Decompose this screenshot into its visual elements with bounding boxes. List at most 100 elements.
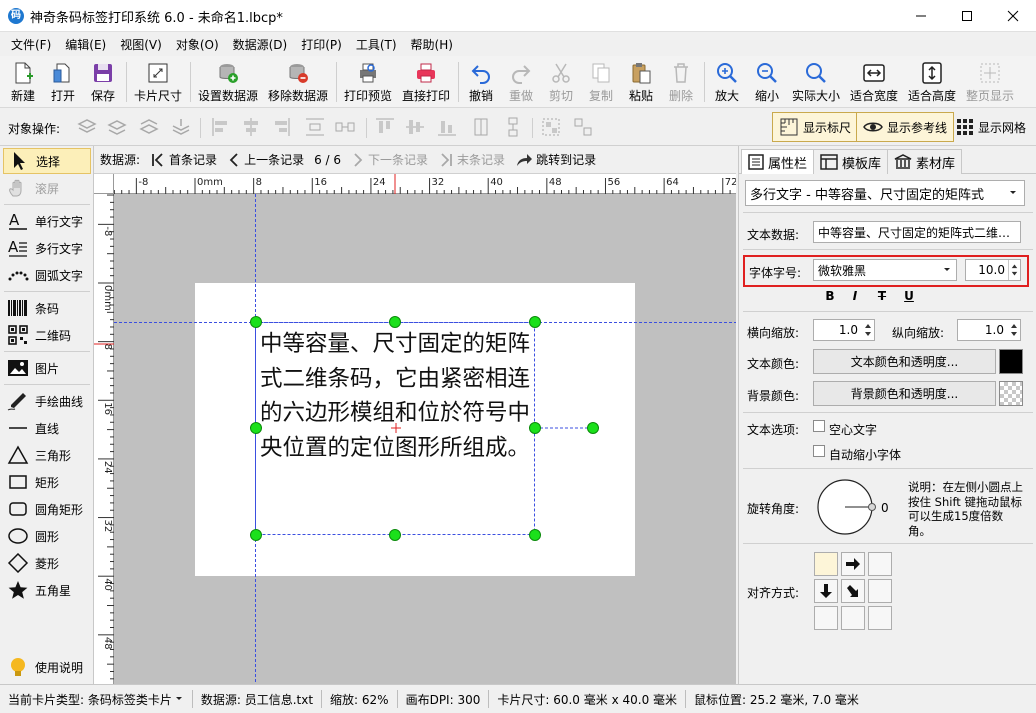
save-button[interactable]: 保存 bbox=[86, 58, 120, 106]
bring-forward-icon[interactable] bbox=[106, 116, 128, 138]
align-top-right-button[interactable] bbox=[868, 552, 892, 576]
maximize-button[interactable] bbox=[944, 0, 990, 32]
new-button[interactable]: 新建 bbox=[6, 58, 40, 106]
send-to-back-icon[interactable] bbox=[170, 116, 192, 138]
text-color-swatch[interactable] bbox=[999, 349, 1023, 374]
card-size-button[interactable]: 卡片尺寸 bbox=[132, 58, 184, 106]
object-selector[interactable]: 多行文字 - 中等容量、尺寸固定的矩阵式 bbox=[745, 180, 1025, 206]
resize-handle-top-right[interactable] bbox=[529, 316, 541, 328]
multiline-text-object[interactable]: 中等容量、尺寸固定的矩阵式二维条码，它由紧密相连的六边形模组和位於符号中央位置的… bbox=[260, 327, 536, 465]
tool-rectangle[interactable]: 矩形 bbox=[3, 469, 91, 495]
resize-handle-bottom[interactable] bbox=[389, 529, 401, 541]
hscale-spinner[interactable]: 1.0 bbox=[813, 319, 875, 341]
tool-triangle[interactable]: 三角形 bbox=[3, 442, 91, 468]
show-grid-toggle[interactable]: 显示网格 bbox=[950, 112, 1032, 142]
minimize-button[interactable] bbox=[898, 0, 944, 32]
strikethrough-button[interactable]: T bbox=[873, 289, 891, 305]
actual-size-button[interactable]: 实际大小 bbox=[790, 58, 842, 106]
auto-shrink-checkbox[interactable] bbox=[813, 445, 825, 457]
close-button[interactable] bbox=[990, 0, 1036, 32]
tool-freehand[interactable]: 手绘曲线 bbox=[3, 388, 91, 414]
align-middle-right-button[interactable] bbox=[868, 579, 892, 603]
zoom-out-button[interactable]: 缩小 bbox=[750, 58, 784, 106]
tool-multi-line-text[interactable]: A 多行文字 bbox=[3, 235, 91, 261]
tool-single-line-text[interactable]: A 单行文字 bbox=[3, 208, 91, 234]
bring-to-front-icon[interactable] bbox=[76, 116, 98, 138]
tool-star[interactable]: 五角星 bbox=[3, 577, 91, 603]
tool-pan[interactable]: 滚屏 bbox=[3, 175, 91, 201]
first-record-button[interactable]: 首条记录 bbox=[150, 151, 217, 168]
distribute-vertical-icon[interactable] bbox=[304, 116, 326, 138]
jump-to-record-button[interactable]: 跳转到记录 bbox=[515, 151, 596, 168]
bg-color-swatch[interactable] bbox=[999, 381, 1023, 406]
bold-button[interactable]: B bbox=[821, 289, 839, 305]
tool-circle[interactable]: 圆形 bbox=[3, 523, 91, 549]
copy-button[interactable]: 复制 bbox=[584, 58, 618, 106]
fit-width-button[interactable]: 适合宽度 bbox=[848, 58, 900, 106]
hollow-text-checkbox[interactable] bbox=[813, 420, 825, 432]
align-center-icon[interactable] bbox=[240, 116, 262, 138]
print-preview-button[interactable]: 打印预览 bbox=[342, 58, 394, 106]
next-record-button[interactable]: 下一条记录 bbox=[351, 151, 428, 168]
text-data-field[interactable]: 中等容量、尺寸固定的矩阵式二维条码，它由紧密相连的六边形模组和位於符号中央位置的… bbox=[813, 221, 1021, 243]
paste-button[interactable]: 粘贴 bbox=[624, 58, 658, 106]
resize-handle-right[interactable] bbox=[529, 422, 541, 434]
group-icon[interactable] bbox=[540, 116, 562, 138]
font-family-select[interactable]: 微软雅黑 bbox=[813, 259, 957, 281]
align-right-icon[interactable] bbox=[270, 116, 292, 138]
resize-handle-left[interactable] bbox=[250, 422, 262, 434]
ungroup-icon[interactable] bbox=[572, 116, 594, 138]
tab-templates[interactable]: 模板库 bbox=[813, 149, 889, 174]
same-width-icon[interactable] bbox=[470, 116, 492, 138]
undo-button[interactable]: 撤销 bbox=[464, 58, 498, 106]
menu-help[interactable]: 帮助(H) bbox=[404, 36, 460, 53]
send-backward-icon[interactable] bbox=[138, 116, 160, 138]
align-bottom-right-button[interactable] bbox=[868, 606, 892, 630]
horizontal-ruler[interactable]: -8 0mm 8 16 24 32 40 48 56 64 72 bbox=[113, 174, 737, 194]
zoom-in-button[interactable]: 放大 bbox=[710, 58, 744, 106]
resize-handle-top[interactable] bbox=[389, 316, 401, 328]
tool-select[interactable]: 选择 bbox=[3, 148, 91, 174]
underline-button[interactable]: U bbox=[900, 289, 918, 305]
resize-handle-bottom-left[interactable] bbox=[250, 529, 262, 541]
align-top-center-button[interactable] bbox=[841, 552, 865, 576]
align-middle-left-button[interactable] bbox=[814, 579, 838, 603]
same-height-icon[interactable] bbox=[502, 116, 524, 138]
bg-color-button[interactable]: 背景颜色和透明度... bbox=[813, 381, 996, 406]
align-middle-icon[interactable] bbox=[404, 116, 426, 138]
font-size-spinner[interactable]: 10.0 bbox=[965, 259, 1021, 281]
menu-datasource[interactable]: 数据源(D) bbox=[226, 36, 295, 53]
design-canvas[interactable]: 中等容量、尺寸固定的矩阵式二维条码，它由紧密相连的六边形模组和位於符号中央位置的… bbox=[114, 194, 736, 684]
tool-rounded-rectangle[interactable]: 圆角矩形 bbox=[3, 496, 91, 522]
align-middle-center-button[interactable] bbox=[841, 579, 865, 603]
direct-print-button[interactable]: 直接打印 bbox=[400, 58, 452, 106]
vertical-ruler[interactable]: -8 0mm 8 16 24 32 40 48 bbox=[94, 194, 114, 684]
last-record-button[interactable]: 末条记录 bbox=[438, 151, 505, 168]
tool-image[interactable]: 图片 bbox=[3, 355, 91, 381]
tool-qrcode[interactable]: 二维码 bbox=[3, 322, 91, 348]
prev-record-button[interactable]: 上一条记录 bbox=[227, 151, 304, 168]
tool-barcode[interactable]: 条码 bbox=[3, 295, 91, 321]
rotation-handle[interactable] bbox=[587, 422, 599, 434]
fit-page-button[interactable]: 整页显示 bbox=[964, 58, 1016, 106]
align-bottom-icon[interactable] bbox=[436, 116, 458, 138]
align-bottom-center-button[interactable] bbox=[841, 606, 865, 630]
menu-file[interactable]: 文件(F) bbox=[4, 36, 58, 53]
set-datasource-button[interactable]: 设置数据源 bbox=[196, 58, 260, 106]
rotation-dial[interactable] bbox=[815, 478, 887, 536]
tool-diamond[interactable]: 菱形 bbox=[3, 550, 91, 576]
open-button[interactable]: 打开 bbox=[46, 58, 80, 106]
tool-arc-text[interactable]: 圆弧文字 bbox=[3, 262, 91, 288]
status-card-type[interactable]: 当前卡片类型: 条码标签类卡片 bbox=[0, 690, 193, 708]
align-left-icon[interactable] bbox=[210, 116, 232, 138]
align-top-left-button[interactable] bbox=[814, 552, 838, 576]
vscale-spinner[interactable]: 1.0 bbox=[957, 319, 1021, 341]
help-button[interactable]: 使用说明 bbox=[3, 654, 91, 680]
resize-handle-top-left[interactable] bbox=[250, 316, 262, 328]
tab-properties[interactable]: 属性栏 bbox=[741, 149, 815, 174]
menu-object[interactable]: 对象(O) bbox=[169, 36, 226, 53]
italic-button[interactable]: I bbox=[846, 289, 864, 305]
align-top-icon[interactable] bbox=[374, 116, 396, 138]
menu-print[interactable]: 打印(P) bbox=[294, 36, 349, 53]
cut-button[interactable]: 剪切 bbox=[544, 58, 578, 106]
